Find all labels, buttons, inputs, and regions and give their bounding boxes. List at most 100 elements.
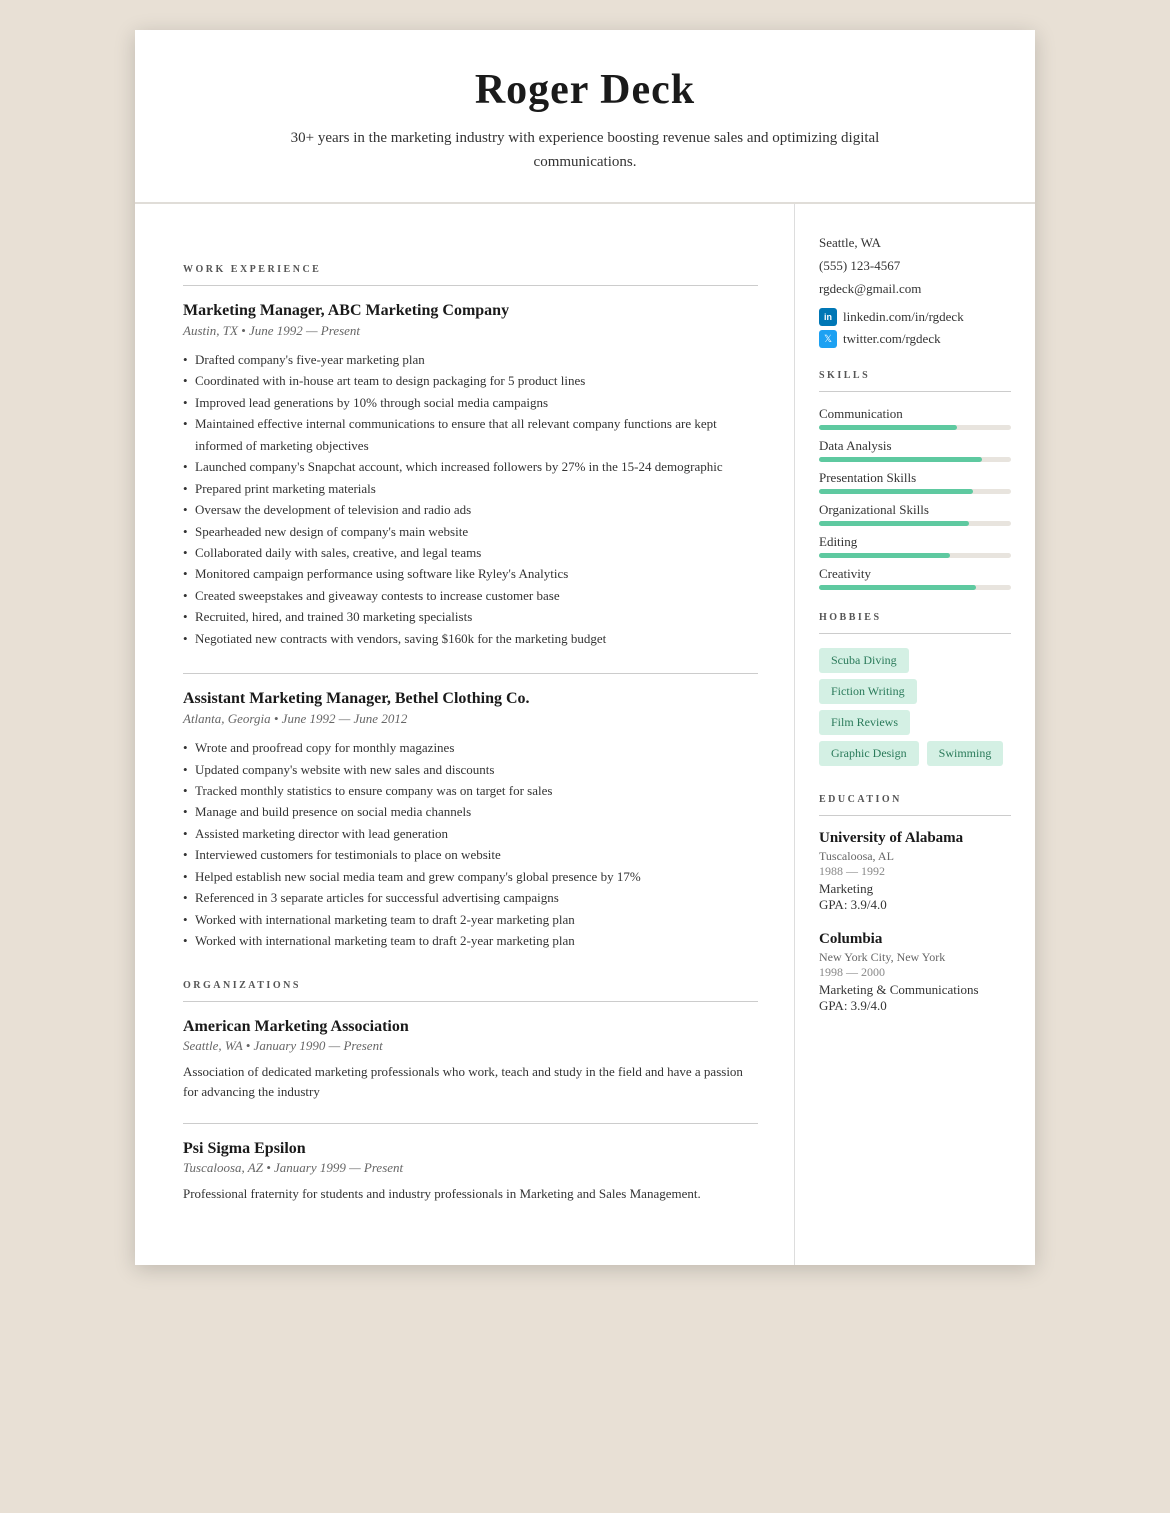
edu-field-0: Marketing bbox=[819, 881, 1011, 897]
bullet: Referenced in 3 separate articles for su… bbox=[183, 887, 758, 908]
twitter-link: twitter.com/rgdeck bbox=[843, 331, 941, 347]
resume-sidebar: Seattle, WA (555) 123-4567 rgdeck@gmail.… bbox=[795, 204, 1035, 1265]
skill-row-5: Creativity bbox=[819, 566, 1011, 590]
hobbies-section: HOBBIES Scuba Diving Fiction Writing Fil… bbox=[819, 612, 1011, 772]
bullet: Worked with international marketing team… bbox=[183, 909, 758, 930]
linkedin-link: linkedin.com/in/rgdeck bbox=[843, 309, 964, 325]
skill-bar-fill-4 bbox=[819, 553, 950, 558]
bullet: Interviewed customers for testimonials t… bbox=[183, 844, 758, 865]
bullet: Worked with international marketing team… bbox=[183, 930, 758, 951]
skill-name-5: Creativity bbox=[819, 566, 1011, 582]
hobby-tag-1: Fiction Writing bbox=[819, 679, 917, 704]
skill-row-4: Editing bbox=[819, 534, 1011, 558]
bullet: Created sweepstakes and giveaway contest… bbox=[183, 585, 758, 606]
job-block-1: Marketing Manager, ABC Marketing Company… bbox=[183, 302, 758, 649]
skill-row-1: Data Analysis bbox=[819, 438, 1011, 462]
education-section: EDUCATION University of Alabama Tuscaloo… bbox=[819, 794, 1011, 1014]
skills-label: SKILLS bbox=[819, 370, 1011, 381]
org-title-2: Psi Sigma Epsilon bbox=[183, 1140, 758, 1158]
edu-dates-0: 1988 — 1992 bbox=[819, 864, 1011, 879]
bullet: Prepared print marketing materials bbox=[183, 478, 758, 499]
skill-name-3: Organizational Skills bbox=[819, 502, 1011, 518]
bullet: Drafted company's five-year marketing pl… bbox=[183, 349, 758, 370]
bullet: Tracked monthly statistics to ensure com… bbox=[183, 780, 758, 801]
bullet: Assisted marketing director with lead ge… bbox=[183, 823, 758, 844]
org-meta-2: Tuscaloosa, AZ • January 1999 — Present bbox=[183, 1160, 758, 1176]
job-meta-1: Austin, TX • June 1992 — Present bbox=[183, 323, 758, 339]
skill-bar-fill-0 bbox=[819, 425, 957, 430]
org-block-1: American Marketing Association Seattle, … bbox=[183, 1018, 758, 1104]
skill-bar-fill-3 bbox=[819, 521, 969, 526]
job-block-2: Assistant Marketing Manager, Bethel Clot… bbox=[183, 690, 758, 951]
education-divider bbox=[819, 815, 1011, 816]
job-title-1: Marketing Manager, ABC Marketing Company bbox=[183, 302, 758, 320]
work-divider bbox=[183, 285, 758, 286]
bullet: Helped establish new social media team a… bbox=[183, 866, 758, 887]
skill-bar-bg-1 bbox=[819, 457, 1011, 462]
skill-row-3: Organizational Skills bbox=[819, 502, 1011, 526]
job-bullets-1: Drafted company's five-year marketing pl… bbox=[183, 349, 758, 649]
skill-bar-bg-5 bbox=[819, 585, 1011, 590]
contact-block: Seattle, WA (555) 123-4567 rgdeck@gmail.… bbox=[819, 232, 1011, 348]
hobbies-tags: Scuba Diving Fiction Writing Film Review… bbox=[819, 648, 1011, 772]
skill-bar-fill-2 bbox=[819, 489, 973, 494]
bullet: Oversaw the development of television an… bbox=[183, 499, 758, 520]
bullet: Improved lead generations by 10% through… bbox=[183, 392, 758, 413]
bullet: Negotiated new contracts with vendors, s… bbox=[183, 628, 758, 649]
org-divider bbox=[183, 1123, 758, 1124]
job-divider bbox=[183, 673, 758, 674]
candidate-name: Roger Deck bbox=[195, 66, 975, 114]
skill-name-2: Presentation Skills bbox=[819, 470, 1011, 486]
bullet: Collaborated daily with sales, creative,… bbox=[183, 542, 758, 563]
hobby-tag-0: Scuba Diving bbox=[819, 648, 909, 673]
twitter-icon: 𝕏 bbox=[819, 330, 837, 348]
contact-email: rgdeck@gmail.com bbox=[819, 278, 1011, 301]
hobbies-divider bbox=[819, 633, 1011, 634]
edu-gpa-1: GPA: 3.9/4.0 bbox=[819, 998, 1011, 1014]
orgs-label: ORGANIZATIONS bbox=[183, 980, 758, 991]
hobby-tag-2: Film Reviews bbox=[819, 710, 910, 735]
edu-gpa-0: GPA: 3.9/4.0 bbox=[819, 897, 1011, 913]
linkedin-row: in linkedin.com/in/rgdeck bbox=[819, 308, 1011, 326]
edu-location-0: Tuscaloosa, AL bbox=[819, 849, 1011, 864]
education-label: EDUCATION bbox=[819, 794, 1011, 805]
org-desc-1: Association of dedicated marketing profe… bbox=[183, 1062, 758, 1104]
candidate-tagline: 30+ years in the marketing industry with… bbox=[265, 126, 905, 174]
org-title-1: American Marketing Association bbox=[183, 1018, 758, 1036]
job-title-2: Assistant Marketing Manager, Bethel Clot… bbox=[183, 690, 758, 708]
bullet: Spearheaded new design of company's main… bbox=[183, 521, 758, 542]
skills-section: SKILLS Communication Data Analysis Prese… bbox=[819, 370, 1011, 590]
hobbies-label: HOBBIES bbox=[819, 612, 1011, 623]
work-experience-label: WORK EXPERIENCE bbox=[183, 264, 758, 275]
edu-location-1: New York City, New York bbox=[819, 950, 1011, 965]
resume-body: WORK EXPERIENCE Marketing Manager, ABC M… bbox=[135, 204, 1035, 1265]
bullet: Updated company's website with new sales… bbox=[183, 759, 758, 780]
hobby-tag-3: Graphic Design bbox=[819, 741, 919, 766]
skills-divider bbox=[819, 391, 1011, 392]
edu-block-1: Columbia New York City, New York 1998 — … bbox=[819, 931, 1011, 1014]
skill-name-4: Editing bbox=[819, 534, 1011, 550]
edu-block-0: University of Alabama Tuscaloosa, AL 198… bbox=[819, 830, 1011, 913]
bullet: Coordinated with in-house art team to de… bbox=[183, 370, 758, 391]
linkedin-icon: in bbox=[819, 308, 837, 326]
contact-city: Seattle, WA bbox=[819, 232, 1011, 255]
resume-wrapper: Roger Deck 30+ years in the marketing in… bbox=[135, 30, 1035, 1265]
hobby-tag-4: Swimming bbox=[927, 741, 1004, 766]
bullet: Manage and build presence on social medi… bbox=[183, 801, 758, 822]
job-meta-2: Atlanta, Georgia • June 1992 — June 2012 bbox=[183, 711, 758, 727]
orgs-divider bbox=[183, 1001, 758, 1002]
org-desc-2: Professional fraternity for students and… bbox=[183, 1184, 758, 1205]
skill-bar-bg-4 bbox=[819, 553, 1011, 558]
twitter-row: 𝕏 twitter.com/rgdeck bbox=[819, 330, 1011, 348]
skill-row-0: Communication bbox=[819, 406, 1011, 430]
skill-name-0: Communication bbox=[819, 406, 1011, 422]
skill-bar-bg-3 bbox=[819, 521, 1011, 526]
bullet: Monitored campaign performance using sof… bbox=[183, 563, 758, 584]
resume-main: WORK EXPERIENCE Marketing Manager, ABC M… bbox=[135, 204, 795, 1265]
edu-school-0: University of Alabama bbox=[819, 830, 1011, 847]
edu-dates-1: 1998 — 2000 bbox=[819, 965, 1011, 980]
skill-name-1: Data Analysis bbox=[819, 438, 1011, 454]
contact-phone: (555) 123-4567 bbox=[819, 255, 1011, 278]
skill-row-2: Presentation Skills bbox=[819, 470, 1011, 494]
bullet: Launched company's Snapchat account, whi… bbox=[183, 456, 758, 477]
